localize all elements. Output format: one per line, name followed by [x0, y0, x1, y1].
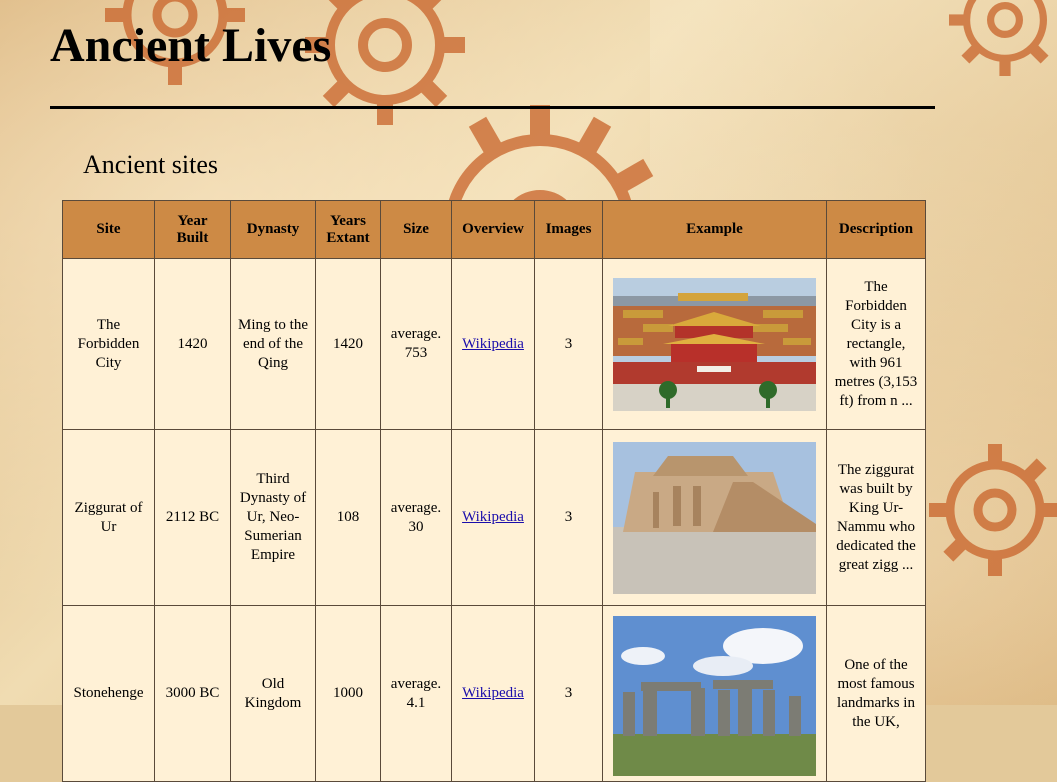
- column-header-dynasty: Dynasty: [230, 200, 316, 259]
- stonehenge-photo[interactable]: [613, 616, 816, 776]
- cell-size: average. 753: [380, 258, 452, 430]
- wikipedia-link[interactable]: Wikipedia: [462, 685, 524, 701]
- ziggurat-photo[interactable]: [613, 441, 816, 594]
- cell-site: The Forbidden City: [62, 258, 155, 430]
- cell-example: [602, 429, 827, 606]
- cell-years-extant: 1420: [315, 258, 381, 430]
- cell-images: 3: [534, 429, 603, 606]
- cell-dynasty: Ming to the end of the Qing: [230, 258, 316, 430]
- cell-dynasty: Third Dynasty of Ur, Neo-Sumerian Empire: [230, 429, 316, 606]
- column-header-example: Example: [602, 200, 827, 259]
- cell-size: average. 4.1: [380, 605, 452, 782]
- cell-size: average. 30: [380, 429, 452, 606]
- column-header-description: Description: [826, 200, 926, 259]
- ancient-sites-table: Site Year Built Dynasty Years Extant Siz…: [62, 200, 926, 782]
- cell-overview: Wikipedia: [451, 605, 535, 782]
- column-header-years-extant: Years Extant: [315, 200, 381, 259]
- cell-images: 3: [534, 258, 603, 430]
- table-header-row: Site Year Built Dynasty Years Extant Siz…: [62, 200, 926, 259]
- wikipedia-link[interactable]: Wikipedia: [462, 336, 524, 352]
- table-row: Stonehenge 3000 BC Old Kingdom 1000 aver…: [62, 605, 926, 782]
- column-header-size: Size: [380, 200, 452, 259]
- cell-overview: Wikipedia: [451, 258, 535, 430]
- column-header-year-built: Year Built: [154, 200, 231, 259]
- title-divider: [50, 106, 935, 109]
- cell-description: The Forbidden City is a rectangle, with …: [826, 258, 926, 430]
- cell-dynasty: Old Kingdom: [230, 605, 316, 782]
- cell-description: The ziggurat was built by King Ur-Nammu …: [826, 429, 926, 606]
- wikipedia-link[interactable]: Wikipedia: [462, 509, 524, 525]
- gear-decoration-icon: [929, 444, 1057, 576]
- cell-year-built: 2112 BC: [154, 429, 231, 606]
- cell-images: 3: [534, 605, 603, 782]
- cell-overview: Wikipedia: [451, 429, 535, 606]
- cell-years-extant: 108: [315, 429, 381, 606]
- gear-decoration-icon: [949, 0, 1049, 76]
- column-header-images: Images: [534, 200, 603, 259]
- cell-example: [602, 258, 827, 430]
- cell-site: Stonehenge: [62, 605, 155, 782]
- table-row: Ziggurat of Ur 2112 BC Third Dynasty of …: [62, 429, 926, 606]
- forbidden-city-photo[interactable]: [613, 277, 816, 411]
- column-header-overview: Overview: [451, 200, 535, 259]
- cell-year-built: 1420: [154, 258, 231, 430]
- column-header-site: Site: [62, 200, 155, 259]
- cell-site: Ziggurat of Ur: [62, 429, 155, 606]
- cell-example: [602, 605, 827, 782]
- cell-years-extant: 1000: [315, 605, 381, 782]
- section-title: Ancient sites: [83, 150, 219, 179]
- table-row: The Forbidden City 1420 Ming to the end …: [62, 258, 926, 430]
- cell-year-built: 3000 BC: [154, 605, 231, 782]
- site-title: Ancient Lives: [50, 19, 332, 72]
- cell-description: One of the most famous landmarks in the …: [826, 605, 926, 782]
